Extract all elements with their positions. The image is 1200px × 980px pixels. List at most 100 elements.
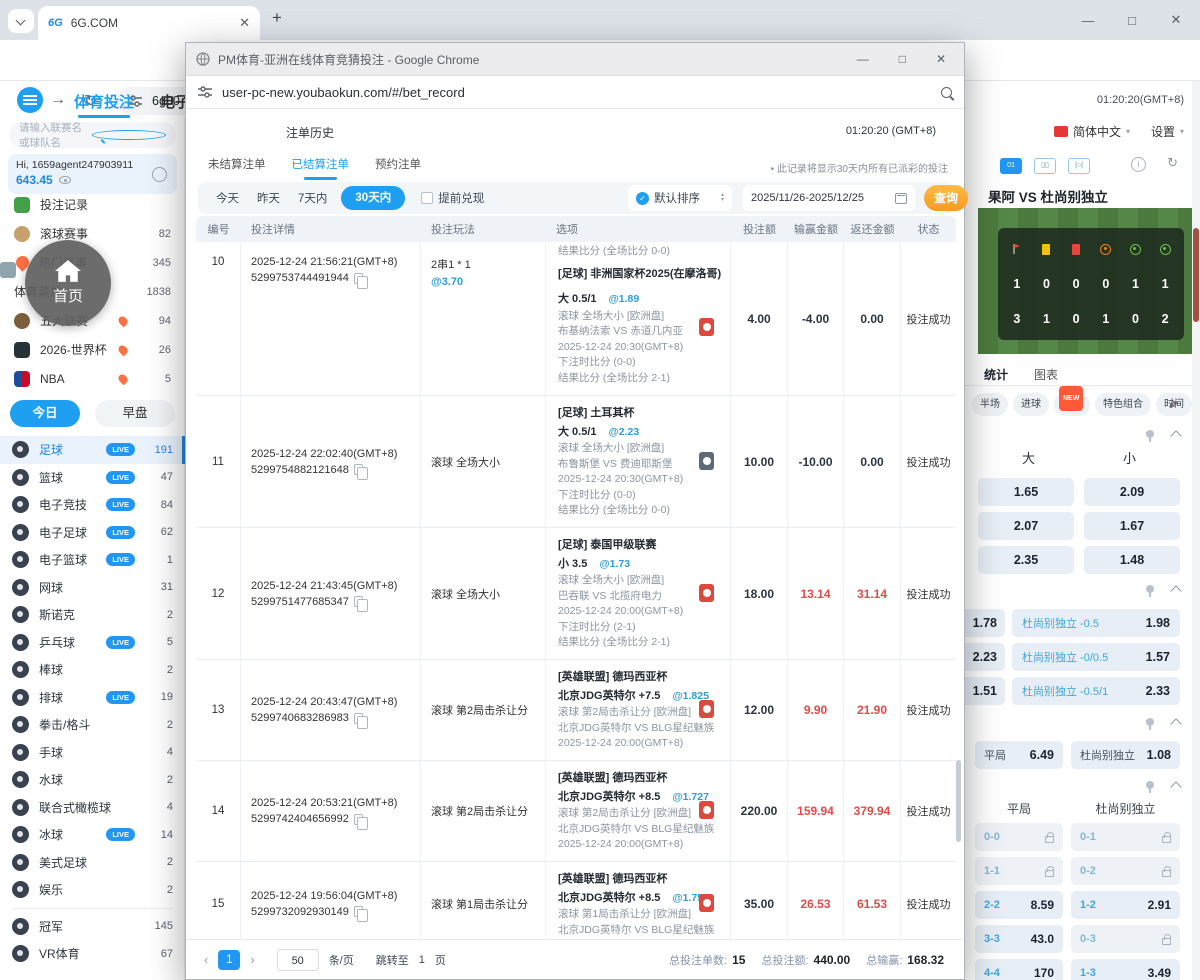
- market-pill[interactable]: 进球: [1013, 393, 1049, 416]
- page-scrollbar[interactable]: [1192, 81, 1200, 980]
- tab-search-button[interactable]: [8, 9, 34, 33]
- page-size-input[interactable]: 50: [276, 948, 319, 971]
- event-tracker-icon[interactable]: [699, 451, 714, 470]
- today-button[interactable]: 今日: [10, 400, 80, 427]
- cashout-checkbox[interactable]: [421, 192, 434, 204]
- collapse-icon[interactable]: [1170, 718, 1182, 730]
- sidebar-sport-item[interactable]: 手球 4: [0, 739, 185, 767]
- score-odds-cell[interactable]: 3-3 43.0: [975, 925, 1063, 953]
- event-tracker-icon[interactable]: [699, 893, 714, 912]
- sidebar-sport-item[interactable]: 棒球 2: [0, 656, 185, 684]
- tab-reserved[interactable]: 预约注单: [375, 156, 421, 172]
- sidebar-sport-item[interactable]: 冰球 LIVE 14: [0, 821, 185, 849]
- draw-odds-cell[interactable]: 平局 6.49: [975, 741, 1063, 769]
- score-odds-cell[interactable]: 2-2 8.59: [975, 891, 1063, 919]
- sidebar-sport-item[interactable]: 冠军 145: [0, 913, 185, 941]
- eye-icon[interactable]: [58, 176, 71, 184]
- score-odds-cell[interactable]: 1-1: [975, 857, 1063, 885]
- market-pill[interactable]: 特色组合: [1095, 393, 1151, 416]
- event-tracker-icon[interactable]: [699, 700, 714, 718]
- sidebar-sport-item[interactable]: 网球 31: [0, 574, 185, 602]
- away-odds-cell[interactable]: 杜尚别独立 -0/0.5 1.57: [1012, 643, 1180, 671]
- sidebar-menu-item[interactable]: 滚球赛事 82: [0, 219, 185, 248]
- pin-icon[interactable]: [1146, 781, 1154, 793]
- view-mode-tab-3[interactable]: |○|: [1068, 158, 1090, 174]
- site-menu-icon[interactable]: [17, 87, 43, 113]
- sidebar-sport-item[interactable]: 篮球 LIVE 47: [0, 464, 185, 492]
- sidebar-sport-item[interactable]: 电子篮球 LIVE 1: [0, 546, 185, 574]
- odds-cell[interactable]: 2.09: [1084, 478, 1180, 506]
- maximize-button[interactable]: □: [1110, 13, 1154, 28]
- score-odds-cell[interactable]: 0-3: [1071, 925, 1180, 953]
- popup-minimize-button[interactable]: —: [857, 52, 869, 66]
- collapse-icon[interactable]: [1170, 585, 1182, 597]
- odds-cell[interactable]: 2.35: [978, 546, 1074, 574]
- sidebar-sport-item[interactable]: 美式足球 2: [0, 849, 185, 877]
- refresh-balance-icon[interactable]: [152, 167, 167, 182]
- market-pill[interactable]: 半场: [972, 393, 1008, 416]
- sidebar-sport-item[interactable]: 乒乓球 LIVE 5: [0, 629, 185, 657]
- home-floating-button[interactable]: 首页: [25, 240, 111, 326]
- sidebar-sport-item[interactable]: 斯诺克 2: [0, 601, 185, 629]
- scrollbar-thumb[interactable]: [1193, 228, 1199, 322]
- sidebar-sport-item[interactable]: 足球 LIVE 191: [0, 436, 185, 464]
- odds-cell[interactable]: 1.65: [978, 478, 1074, 506]
- refresh-icon[interactable]: ↻: [1167, 155, 1178, 171]
- market-pill[interactable]: 波胆 NEW: [1054, 386, 1090, 416]
- popup-title-bar[interactable]: PM体育-亚洲在线体育竞猜投注 - Google Chrome — □ ✕: [186, 43, 964, 76]
- sort-icon[interactable]: ▴▾: [1169, 397, 1178, 410]
- score-odds-cell[interactable]: 4-4 170: [975, 959, 1063, 980]
- odds-cell[interactable]: 1.67: [1084, 512, 1180, 540]
- sidebar-sport-item[interactable]: 水球 2: [0, 766, 185, 794]
- tab-chart[interactable]: 图表: [1034, 366, 1058, 383]
- odds-cell[interactable]: 2.07: [978, 512, 1074, 540]
- event-tracker-icon[interactable]: [699, 801, 714, 819]
- collapse-icon[interactable]: [1170, 430, 1182, 442]
- nav-sports-betting[interactable]: 体育投注: [74, 91, 134, 118]
- date-range-input[interactable]: 2025/11/26-2025/12/25: [743, 185, 915, 211]
- new-tab-button[interactable]: +: [272, 8, 282, 28]
- odds-cell[interactable]: 1.48: [1084, 546, 1180, 574]
- collapse-icon[interactable]: [1170, 781, 1182, 793]
- settings-menu[interactable]: 设置: [1151, 123, 1175, 140]
- pin-icon[interactable]: [1146, 430, 1154, 442]
- filter-7days[interactable]: 7天内: [298, 190, 327, 206]
- forward-button[interactable]: →: [50, 91, 66, 109]
- copy-icon[interactable]: [353, 596, 368, 612]
- score-odds-cell[interactable]: 0-1: [1071, 823, 1180, 851]
- view-mode-tab-2[interactable]: ▯▯: [1034, 158, 1056, 174]
- minimize-button[interactable]: —: [1066, 13, 1110, 28]
- prev-page-button[interactable]: ‹: [204, 952, 208, 967]
- sort-select[interactable]: ✓ 默认排序 ▴ ▾: [628, 185, 732, 211]
- view-mode-tab-1[interactable]: 01: [1000, 158, 1022, 174]
- away-odds-cell[interactable]: 杜尚别独立 -0.5/1 2.33: [1012, 677, 1180, 705]
- popup-scrollbar-thumb[interactable]: [956, 760, 961, 842]
- sidebar-sport-item[interactable]: 拳击/格斗 2: [0, 711, 185, 739]
- sidebar-menu-item[interactable]: 投注记录: [0, 190, 185, 219]
- early-market-button[interactable]: 早盘: [95, 400, 175, 427]
- info-icon[interactable]: i: [1131, 157, 1146, 172]
- score-odds-cell[interactable]: 0-2: [1071, 857, 1180, 885]
- event-tracker-icon[interactable]: [699, 583, 714, 602]
- filter-yesterday[interactable]: 昨天: [257, 190, 280, 206]
- browser-tab[interactable]: 6G 6G.COM ✕: [38, 6, 260, 40]
- language-selector[interactable]: 简体中文: [1073, 123, 1121, 140]
- tab-unsettled[interactable]: 未结算注单: [208, 156, 266, 172]
- filter-30days[interactable]: 30天内: [341, 186, 406, 210]
- away-odds-cell[interactable]: 杜尚别独立 1.08: [1071, 741, 1180, 769]
- copy-icon[interactable]: [353, 712, 368, 729]
- popup-maximize-button[interactable]: □: [899, 52, 906, 66]
- pin-icon[interactable]: [1146, 718, 1154, 730]
- away-odds-cell[interactable]: 杜尚别独立 -0.5 1.98: [1012, 609, 1180, 637]
- filter-today[interactable]: 今天: [216, 190, 239, 206]
- sidebar-menu-item[interactable]: 2026-世界杯 26: [0, 335, 185, 364]
- popup-close-button[interactable]: ✕: [936, 52, 946, 66]
- close-button[interactable]: ✕: [1154, 12, 1198, 28]
- sidebar-menu-item[interactable]: NBA 5: [0, 364, 185, 393]
- tab-stats[interactable]: 统计: [984, 366, 1008, 383]
- tab-settled[interactable]: 已结算注单: [292, 156, 349, 180]
- current-page[interactable]: 1: [218, 949, 241, 970]
- sidebar-sport-item[interactable]: 电子竞技 LIVE 84: [0, 491, 185, 519]
- search-icon[interactable]: [91, 130, 166, 140]
- copy-icon[interactable]: [353, 272, 368, 289]
